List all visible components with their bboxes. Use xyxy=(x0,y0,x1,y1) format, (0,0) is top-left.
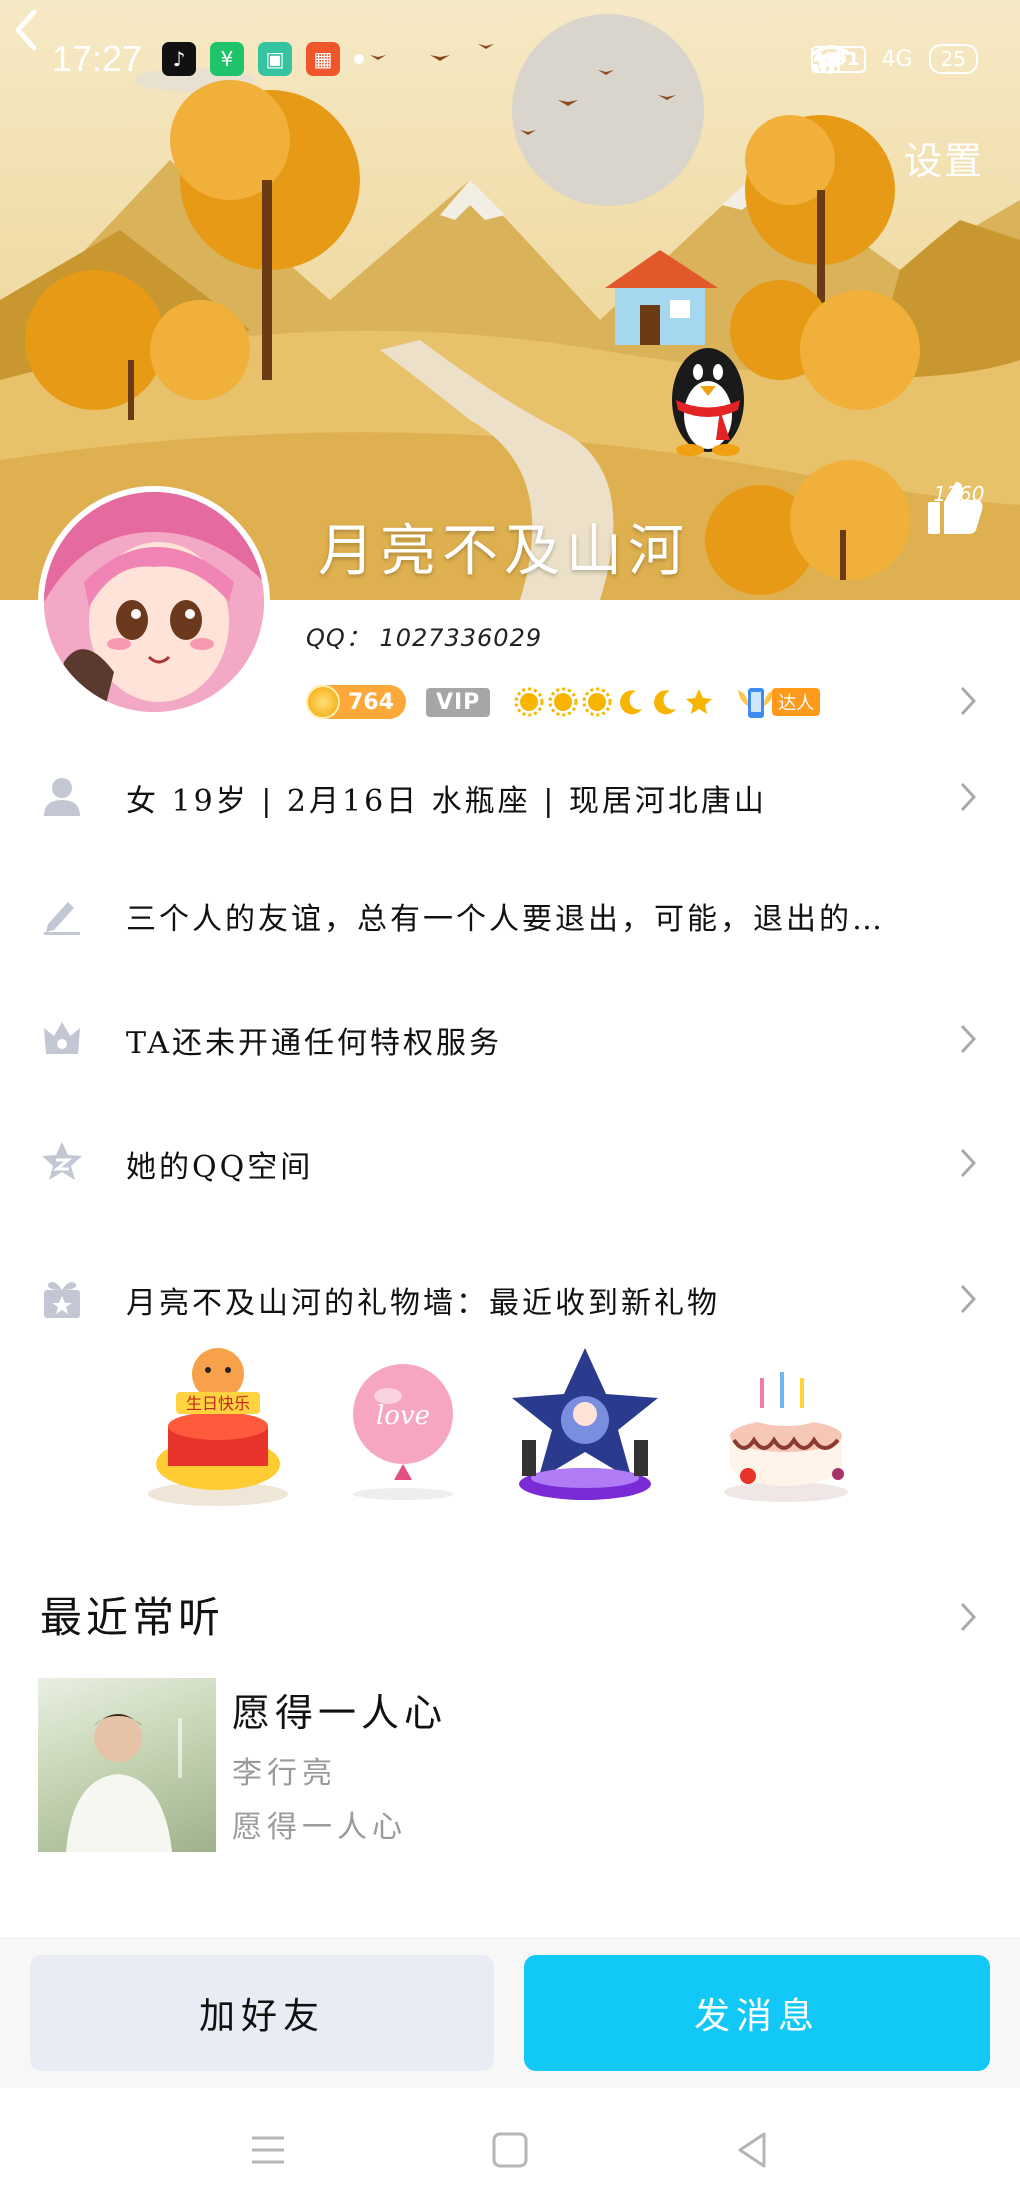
moon-level-icon xyxy=(654,690,677,715)
qq-number: 1027336029 xyxy=(379,624,543,652)
layered-cake-gift-icon[interactable] xyxy=(724,1372,848,1502)
profile-page: 17:27 ♪ ¥ ▣ ▦ HD1 4G xyxy=(0,0,1020,2210)
edit-pencil-icon xyxy=(44,902,80,935)
status-time: 17:27 xyxy=(52,38,143,79)
chevron-right-icon xyxy=(960,1148,977,1178)
song-album: 愿得一人心 xyxy=(232,1810,407,1845)
chevron-right-icon xyxy=(960,1024,977,1054)
birthday-tiger-cake-gift-icon[interactable]: 生日快乐 xyxy=(148,1348,288,1506)
status-indicators: HD1 4G 25 xyxy=(810,44,978,74)
back-button[interactable] xyxy=(0,0,60,60)
notification-dot-icon xyxy=(354,54,364,64)
sun-level-icon xyxy=(582,687,612,717)
menu-icon[interactable] xyxy=(246,2128,290,2172)
qq-label: QQ： xyxy=(306,624,371,652)
qzone-row[interactable]: 她的QQ空间 xyxy=(0,1122,1020,1202)
back-triangle-icon[interactable] xyxy=(730,2128,774,2172)
battery-indicator: 25 xyxy=(928,44,978,74)
gift-1-text: 生日快乐 xyxy=(186,1394,250,1413)
star-level-icon xyxy=(686,689,713,714)
profile-nickname: 月亮不及山河 xyxy=(318,519,690,584)
basic-info-text: 女 19岁 | 2月16日 水瓶座 | 现居河北唐山 xyxy=(126,784,767,819)
home-square-icon[interactable] xyxy=(488,2128,532,2172)
talent-badge: 达人 xyxy=(734,680,821,724)
level-icons xyxy=(514,687,714,717)
signature-text: 三个人的友谊，总有一个人要退出，可能，退出的… xyxy=(126,902,885,937)
privilege-row[interactable]: TA还未开通任何特权服务 xyxy=(0,998,1020,1078)
love-balloon-gift-icon[interactable]: love xyxy=(353,1364,453,1500)
sun-level-icon xyxy=(514,687,544,717)
avatar[interactable] xyxy=(38,486,270,718)
moon-level-icon xyxy=(620,690,643,715)
chevron-right-icon xyxy=(960,782,977,812)
star-stage-gift-icon[interactable] xyxy=(512,1348,658,1500)
sun-level-icon xyxy=(548,687,578,717)
thumbs-up-icon xyxy=(928,482,983,534)
qzone-text: 她的QQ空间 xyxy=(126,1150,314,1185)
gift-box-icon xyxy=(44,1282,80,1318)
layers-icon: ▣ xyxy=(258,42,292,76)
gift-list[interactable]: 生日快乐 love xyxy=(138,1344,878,1514)
chevron-right-icon[interactable] xyxy=(956,1600,980,1634)
avatar-image xyxy=(44,492,264,712)
settings-button[interactable]: 设置 xyxy=(904,130,984,185)
shopping-icon: ¥ xyxy=(210,42,244,76)
gift-wall-row[interactable]: 月亮不及山河的礼物墙：最近收到新礼物 xyxy=(0,1258,1020,1338)
crown-icon xyxy=(44,1022,80,1054)
singer-photo-icon xyxy=(66,1714,182,1852)
qzone-star-icon xyxy=(42,1142,82,1180)
gift-wall-text: 月亮不及山河的礼物墙：最近收到新礼物 xyxy=(126,1286,720,1321)
anime-girl-avatar-icon xyxy=(44,492,264,712)
charging-icon xyxy=(812,44,827,74)
vip-badge: VIP xyxy=(425,687,491,717)
system-nav-bar xyxy=(0,2088,1020,2210)
action-bar: 加好友 发消息 xyxy=(0,1938,1020,2088)
basic-info-row[interactable]: 女 19岁 | 2月16日 水瓶座 | 现居河北唐山 xyxy=(0,756,1020,836)
person-icon xyxy=(44,778,80,816)
signature-row[interactable]: 三个人的友谊，总有一个人要退出，可能，退出的… xyxy=(0,874,1020,954)
chevron-right-icon[interactable] xyxy=(956,684,980,718)
song-cover-image[interactable] xyxy=(38,1678,216,1852)
app-grid-icon: ▦ xyxy=(306,42,340,76)
status-app-icons: ♪ ¥ ▣ ▦ xyxy=(162,42,364,76)
privilege-text: TA还未开通任何特权服务 xyxy=(126,1026,503,1061)
gift-2-text: love xyxy=(376,1401,430,1431)
network-indicator: 4G xyxy=(881,46,913,72)
like-button[interactable]: 1260 xyxy=(926,480,992,534)
qq-number-line: QQ： 1027336029 xyxy=(306,618,542,653)
talent-label: 达人 xyxy=(772,688,821,716)
status-bar: 17:27 ♪ ¥ ▣ ▦ HD1 4G xyxy=(0,0,1020,120)
send-message-button[interactable]: 发消息 xyxy=(524,1955,990,2071)
coin-icon xyxy=(306,685,340,719)
coin-value: 764 xyxy=(348,689,394,715)
coin-badge: 764 xyxy=(306,685,406,719)
tiktok-icon: ♪ xyxy=(162,42,196,76)
song-artist: 李行亮 xyxy=(232,1756,337,1791)
badge-row[interactable]: 764 VIP 达人 xyxy=(306,680,821,724)
chevron-right-icon xyxy=(960,1284,977,1314)
add-friend-button[interactable]: 加好友 xyxy=(30,1955,494,2071)
recent-music-title: 最近常听 xyxy=(40,1593,225,1642)
song-title[interactable]: 愿得一人心 xyxy=(232,1682,447,1737)
